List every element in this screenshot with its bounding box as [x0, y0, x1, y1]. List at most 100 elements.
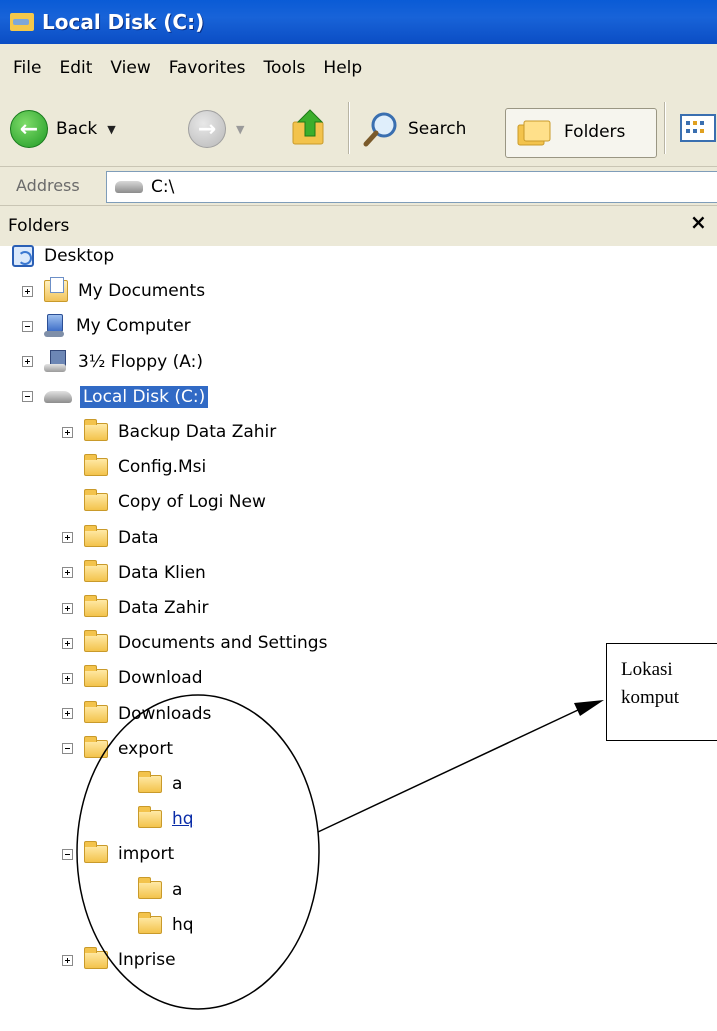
folder-icon — [84, 524, 108, 547]
menu-view[interactable]: View — [110, 58, 150, 78]
menu-file[interactable]: File — [13, 58, 41, 78]
expand-icon[interactable] — [62, 954, 73, 966]
tree-item-label: Config.Msi — [118, 457, 207, 478]
tree-item-label: a — [172, 774, 183, 794]
tree-item[interactable]: Documents and Settings — [62, 628, 327, 658]
tree-item[interactable]: hq — [138, 910, 194, 940]
folder-icon — [84, 454, 108, 477]
tree-item[interactable]: Backup Data Zahir — [62, 417, 276, 447]
folder-icon — [84, 947, 108, 969]
desktop-icon — [12, 245, 34, 267]
title-bar: Local Disk (C:) — [0, 0, 717, 44]
local-disk-icon — [44, 390, 72, 403]
address-field[interactable]: C:\ — [106, 171, 717, 203]
tree-item-label: Data — [118, 527, 159, 548]
tree-item[interactable]: a — [138, 769, 182, 799]
views-icon — [680, 114, 716, 142]
forward-dropdown-icon[interactable]: ▼ — [236, 123, 244, 136]
back-arrow-icon: ← — [10, 110, 48, 148]
expand-icon[interactable] — [62, 426, 73, 438]
tree-item-label: hq — [172, 809, 194, 830]
tree-item[interactable]: export — [62, 734, 173, 764]
window-title: Local Disk (C:) — [42, 10, 205, 34]
menu-favorites[interactable]: Favorites — [169, 58, 246, 78]
folder-tree: Desktop My Documents My Computer 3½ Floppy … — [0, 245, 717, 1031]
up-folder-icon — [292, 109, 324, 145]
address-bar: Address C:\ — [0, 167, 717, 206]
collapse-icon[interactable] — [62, 848, 73, 860]
my-documents-icon — [44, 277, 68, 303]
menu-help[interactable]: Help — [323, 58, 362, 78]
tree-item[interactable]: Copy of Logi New — [62, 487, 266, 517]
tree-item-label: Documents and Settings — [118, 633, 328, 654]
menu-bar: File Edit View Favorites Tools Help — [0, 44, 717, 93]
expand-icon[interactable] — [62, 567, 73, 579]
tree-item[interactable]: Data Zahir — [62, 593, 209, 623]
folder-icon — [84, 735, 108, 758]
floppy-drive-icon — [44, 349, 68, 374]
folder-icon — [84, 489, 108, 512]
tree-item-label: My Documents — [78, 281, 206, 302]
expand-icon[interactable] — [62, 602, 73, 614]
tree-item[interactable]: Inprise — [62, 945, 176, 975]
folder-icon — [138, 771, 162, 793]
tree-item-label: Copy of Logi New — [118, 492, 266, 513]
tree-item[interactable]: Data — [62, 523, 159, 553]
close-icon[interactable]: × — [690, 210, 707, 234]
tree-item[interactable]: hq — [138, 804, 194, 834]
tree-item-label: Downloads — [118, 703, 212, 724]
forward-button[interactable]: → ▼ — [188, 110, 244, 148]
menu-edit[interactable]: Edit — [59, 58, 92, 78]
collapse-icon[interactable] — [62, 743, 73, 755]
expand-icon[interactable] — [22, 356, 33, 368]
tree-item-label: Desktop — [44, 246, 115, 266]
annotation-callout: Lokasi komput — [606, 643, 717, 741]
tree-item-label: My Computer — [76, 316, 191, 337]
back-button[interactable]: ← Back ▼ — [10, 110, 116, 148]
tree-item[interactable]: a — [138, 875, 182, 905]
expand-icon[interactable] — [62, 672, 73, 684]
folders-label: Folders — [564, 122, 626, 142]
folder-icon — [84, 419, 108, 441]
menu-tools[interactable]: Tools — [264, 58, 306, 78]
tree-item[interactable]: Local Disk (C:) — [22, 382, 209, 412]
tree-item[interactable]: 3½ Floppy (A:) — [22, 347, 203, 377]
back-dropdown-icon[interactable]: ▼ — [107, 123, 115, 136]
folders-pane-header: Folders × — [0, 206, 717, 246]
address-label: Address — [16, 176, 80, 195]
toolbar-separator — [348, 102, 350, 154]
folders-button[interactable]: Folders — [505, 108, 657, 158]
back-label: Back — [56, 119, 98, 139]
annotation-line-2: komput — [621, 687, 680, 708]
tree-item-label: Local Disk (C:) — [80, 385, 209, 408]
folder-icon — [138, 876, 162, 899]
collapse-icon[interactable] — [22, 391, 33, 403]
toolbar-separator — [664, 102, 666, 154]
tree-item[interactable]: My Computer — [22, 311, 191, 341]
search-icon — [363, 112, 397, 147]
folder-icon — [84, 559, 108, 582]
tree-item[interactable]: My Documents — [22, 276, 205, 306]
tree-item-label: export — [118, 738, 174, 759]
address-value: C:\ — [151, 177, 175, 197]
tree-item-label: a — [172, 879, 183, 900]
expand-icon[interactable] — [22, 285, 33, 297]
expand-icon[interactable] — [62, 708, 73, 720]
tree-item[interactable]: Downloads — [62, 699, 211, 729]
folders-icon — [517, 120, 551, 146]
views-button[interactable] — [680, 114, 717, 144]
search-button[interactable]: Search — [362, 110, 466, 148]
tree-item[interactable]: Config.Msi — [62, 452, 206, 482]
folder-icon — [138, 911, 162, 934]
folder-icon — [84, 595, 108, 617]
expand-icon[interactable] — [62, 532, 73, 544]
tree-item[interactable]: Desktop — [12, 241, 114, 271]
collapse-icon[interactable] — [22, 320, 33, 332]
up-folder-button[interactable] — [290, 106, 330, 148]
expand-icon[interactable] — [62, 637, 73, 649]
tree-item[interactable]: import — [62, 839, 174, 869]
tree-item-label: Download — [118, 668, 203, 689]
folder-icon — [84, 700, 108, 723]
tree-item[interactable]: Data Klien — [62, 558, 206, 588]
tree-item[interactable]: Download — [62, 663, 203, 693]
